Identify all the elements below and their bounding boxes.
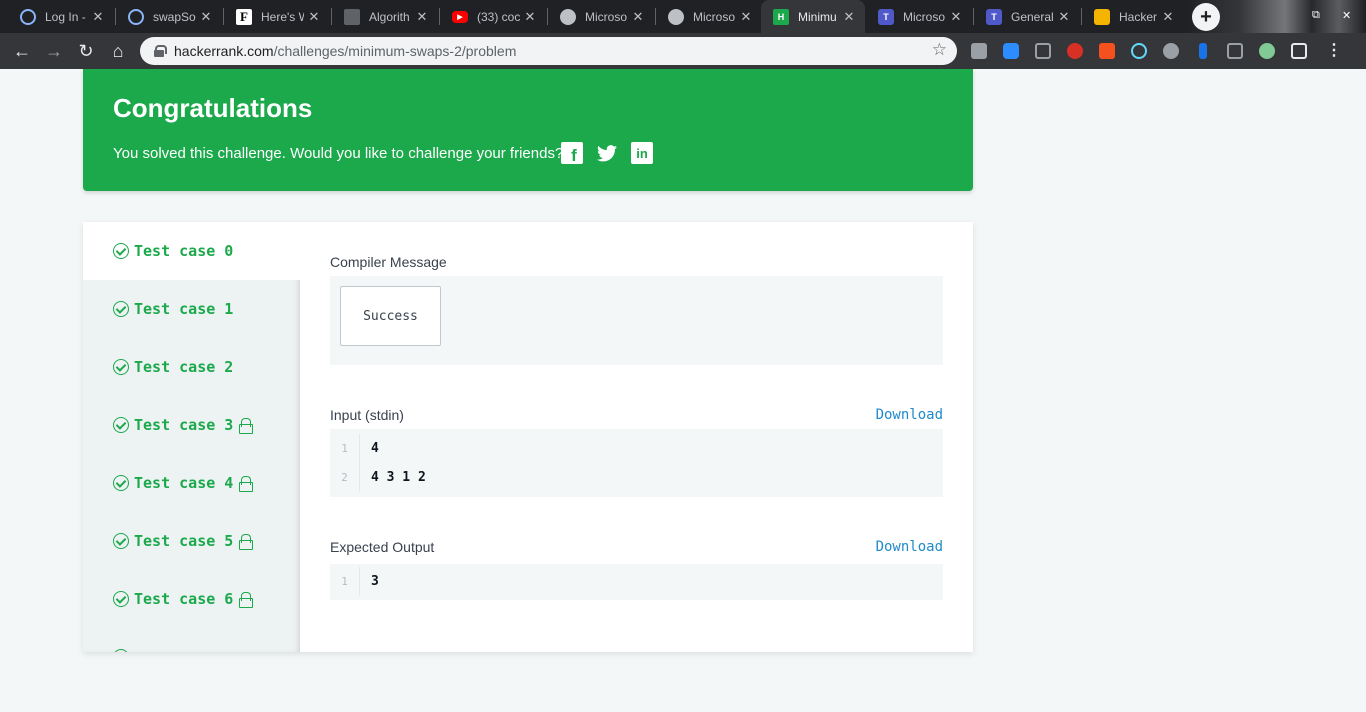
teams-icon: T xyxy=(878,8,894,25)
test-case-list: Test case 0 Test case 1 Test case 2 Test… xyxy=(83,222,300,652)
compiler-message-box: Success xyxy=(330,276,943,365)
browser-tab-7[interactable]: Microso ✕ xyxy=(656,0,762,33)
expected-output-box: 1 3 xyxy=(330,564,943,600)
browser-tab-5[interactable]: ▶ (33) coc ✕ xyxy=(440,0,546,33)
close-icon[interactable]: ✕ xyxy=(839,9,859,25)
check-circle-icon xyxy=(113,301,129,317)
compiler-status: Success xyxy=(340,286,441,346)
close-icon[interactable]: ✕ xyxy=(628,9,648,25)
test-case-partial[interactable] xyxy=(83,628,300,652)
browser-tab-1[interactable]: Log In - ✕ xyxy=(8,0,114,33)
globe-icon xyxy=(20,8,36,25)
globe-icon xyxy=(668,8,684,25)
browser-tab-4[interactable]: Algorith ✕ xyxy=(332,0,438,33)
extension-icon[interactable] xyxy=(1099,43,1115,59)
check-circle-icon xyxy=(113,649,129,652)
facebook-icon[interactable]: f xyxy=(561,142,583,165)
forward-arrow-icon[interactable]: → xyxy=(42,39,66,63)
back-arrow-icon[interactable]: ← xyxy=(10,39,34,63)
browser-tab-2[interactable]: swapSo ✕ xyxy=(116,0,222,33)
extension-icon[interactable] xyxy=(1259,43,1275,59)
close-icon[interactable]: ✕ xyxy=(196,9,216,25)
url-text: hackerrank.com/challenges/minimum-swaps-… xyxy=(174,43,517,59)
close-icon[interactable]: ✕ xyxy=(412,9,432,25)
close-icon[interactable]: ✕ xyxy=(304,9,324,25)
browser-tab-9[interactable]: T Microso ✕ xyxy=(866,0,972,33)
lock-icon[interactable] xyxy=(154,45,167,57)
lock-icon xyxy=(239,592,254,608)
compiler-message-label: Compiler Message xyxy=(330,254,447,270)
home-icon[interactable]: ⌂ xyxy=(106,39,130,63)
close-icon[interactable]: ✕ xyxy=(946,9,966,25)
close-icon[interactable]: ✕ xyxy=(1054,9,1074,25)
page-content: Congratulations You solved this challeng… xyxy=(0,69,1366,712)
browser-toolbar: ← → ↻ ⌂ hackerrank.com/challenges/minimu… xyxy=(0,33,1366,69)
hackerrank-icon: H xyxy=(773,8,789,25)
test-case-2[interactable]: Test case 2 xyxy=(83,338,300,396)
test-results-panel: Test case 0 Test case 1 Test case 2 Test… xyxy=(83,222,973,652)
input-label: Input (stdin) xyxy=(330,407,404,423)
code-line: 1 3 xyxy=(330,567,943,596)
address-bar[interactable]: hackerrank.com/challenges/minimum-swaps-… xyxy=(140,37,957,65)
close-icon[interactable]: ✕ xyxy=(520,9,540,25)
browser-tab-strip: Log In - ✕ swapSo ✕ F Here's W ✕ Algorit… xyxy=(0,0,1366,33)
adblock-extension-icon[interactable] xyxy=(1067,43,1083,59)
check-circle-icon xyxy=(113,359,129,375)
close-icon[interactable]: ✕ xyxy=(736,9,756,25)
browser-tab-6[interactable]: Microso ✕ xyxy=(548,0,654,33)
code-line: 1 4 xyxy=(330,434,943,463)
restore-window-icon[interactable]: ⧉ xyxy=(1312,9,1320,22)
close-window-icon[interactable]: ✕ xyxy=(1342,9,1351,22)
check-circle-icon xyxy=(113,417,129,433)
globe-icon xyxy=(560,8,576,25)
close-icon[interactable]: ✕ xyxy=(1158,9,1178,25)
lock-icon xyxy=(239,534,254,550)
linkedin-icon[interactable]: in xyxy=(631,142,653,164)
bookmark-star-icon[interactable]: ☆ xyxy=(932,40,947,60)
lock-icon xyxy=(239,476,254,492)
close-icon[interactable]: ✕ xyxy=(88,9,108,25)
input-download-link[interactable]: Download xyxy=(876,407,943,423)
browser-tab-10[interactable]: T General ✕ xyxy=(974,0,1080,33)
terminal-icon xyxy=(344,8,360,25)
code-line: 2 4 3 1 2 xyxy=(330,463,943,492)
congrats-message: You solved this challenge. Would you lik… xyxy=(113,145,564,162)
test-case-3[interactable]: Test case 3 xyxy=(83,396,300,454)
check-circle-icon xyxy=(113,591,129,607)
twitter-icon[interactable] xyxy=(596,142,618,164)
globe-icon xyxy=(128,8,144,25)
youtube-icon: ▶ xyxy=(452,10,468,23)
check-circle-icon xyxy=(113,243,129,259)
zoom-extension-icon[interactable] xyxy=(1003,43,1019,59)
test-case-4[interactable]: Test case 4 xyxy=(83,454,300,512)
test-case-1[interactable]: Test case 1 xyxy=(83,280,300,338)
hackerrank-badge-icon xyxy=(1094,8,1110,25)
extension-icon[interactable] xyxy=(1291,43,1307,59)
congratulations-banner: Congratulations You solved this challeng… xyxy=(83,69,973,191)
congrats-title: Congratulations xyxy=(113,93,313,123)
react-devtools-icon[interactable] xyxy=(1131,43,1147,59)
browser-tab-active[interactable]: H Minimu ✕ xyxy=(761,0,865,33)
browser-tab-3[interactable]: F Here's W ✕ xyxy=(224,0,330,33)
test-case-5[interactable]: Test case 5 xyxy=(83,512,300,570)
expected-download-link[interactable]: Download xyxy=(876,539,943,555)
extension-icon[interactable] xyxy=(1163,43,1179,59)
expected-output-label: Expected Output xyxy=(330,539,435,555)
f-logo-icon: F xyxy=(236,8,252,25)
reload-icon[interactable]: ↻ xyxy=(74,39,98,63)
cast-extension-icon[interactable] xyxy=(1035,43,1051,59)
check-circle-icon xyxy=(113,475,129,491)
extension-icon[interactable] xyxy=(1227,43,1243,59)
lock-icon xyxy=(239,418,254,434)
browser-menu-icon[interactable]: ⋮ xyxy=(1326,40,1342,60)
test-case-6[interactable]: Test case 6 xyxy=(83,570,300,628)
office-extension-icon[interactable] xyxy=(971,43,987,59)
teams-icon: T xyxy=(986,8,1002,25)
check-circle-icon xyxy=(113,533,129,549)
input-code-box: 1 4 2 4 3 1 2 xyxy=(330,429,943,497)
test-case-0[interactable]: Test case 0 xyxy=(83,222,300,280)
extension-icon[interactable] xyxy=(1199,43,1207,59)
new-tab-button[interactable]: + xyxy=(1192,3,1220,31)
browser-tab-11[interactable]: Hacker ✕ xyxy=(1082,0,1184,33)
